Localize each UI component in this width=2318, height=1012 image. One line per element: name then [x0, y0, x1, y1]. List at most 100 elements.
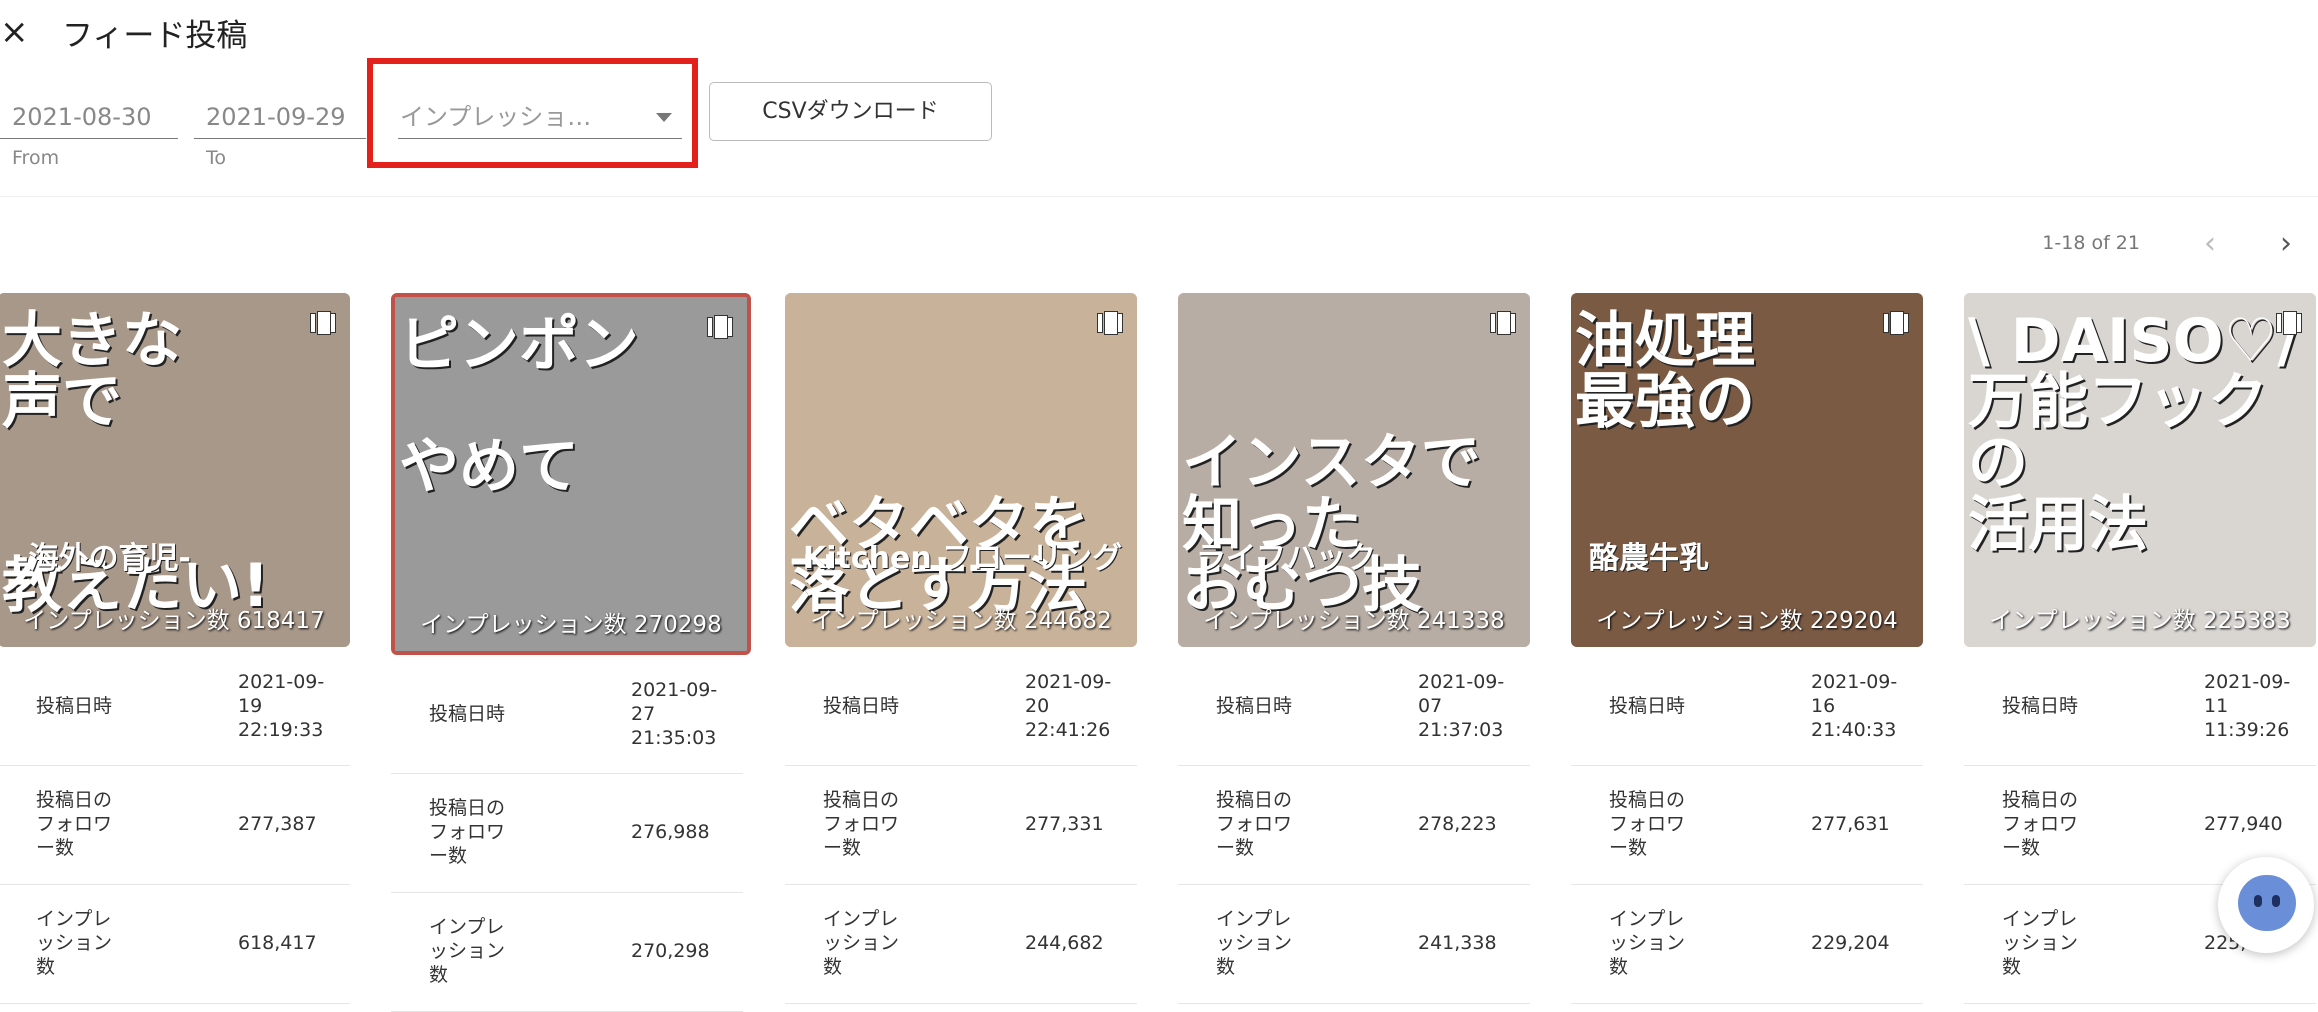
- posted-at-value: 2021-09- 11 11:39:26: [2204, 671, 2291, 741]
- page-title: フィード投稿: [62, 18, 248, 54]
- filter-bar: 2021-08-30 From 2021-09-29 To CSVダウンロード: [0, 60, 2318, 197]
- post-caption: ピンポン やめて: [399, 310, 639, 503]
- post-subcaption: Kitchen フローリング: [803, 541, 1123, 576]
- posted-at-label: 投稿日時: [823, 695, 900, 717]
- impression-overlay: インプレッション数 270298: [420, 612, 722, 638]
- post-thumbnail[interactable]: インスタで知った おむつ技 ライフハック インプレッション数 241338: [1178, 293, 1530, 647]
- impressions-label: インプレ ッション 数: [36, 908, 113, 978]
- posted-at-label: 投稿日時: [429, 703, 506, 725]
- posted-at-row: 投稿日時 2021-09- 27 21:35:03: [391, 655, 743, 774]
- carousel-icon: [2276, 311, 2302, 335]
- post-card[interactable]: ベタベタを 落とす方法 Kitchen フローリング インプレッション数 244…: [785, 293, 1137, 1004]
- posted-at-label: 投稿日時: [1216, 695, 1293, 717]
- from-date-field[interactable]: 2021-08-30 From: [0, 96, 178, 169]
- followers-value: 277,940: [2204, 813, 2283, 835]
- followers-label: 投稿日の フォロワ ー数: [1609, 789, 1686, 859]
- posted-at-label: 投稿日時: [1609, 695, 1686, 717]
- csv-download-button[interactable]: CSVダウンロード: [709, 82, 992, 141]
- chevron-down-icon[interactable]: [656, 113, 672, 122]
- followers-value: 278,223: [1418, 813, 1497, 835]
- impression-overlay: インプレッション数 244682: [810, 608, 1112, 634]
- impressions-row: インプレ ッション 数 229,204: [1571, 885, 1923, 1004]
- sort-select[interactable]: インプレッショ…: [398, 96, 682, 139]
- impressions-row: インプレ ッション 数 270,298: [391, 893, 743, 1012]
- pagination: 1-18 of 21 ‹ ›: [1918, 228, 2318, 264]
- post-thumbnail[interactable]: 大きな 声で 教えたい! -海外の育児- インプレッション数 618417: [0, 293, 350, 647]
- impressions-label: インプレ ッション 数: [429, 916, 506, 986]
- close-icon[interactable]: ×: [0, 14, 29, 50]
- posted-at-label: 投稿日時: [2002, 695, 2079, 717]
- chat-bot-icon: [2238, 875, 2296, 931]
- post-card[interactable]: 油処理 最強の 酪農牛乳 インプレッション数 229204 投稿日時 2021-…: [1571, 293, 1923, 1004]
- impression-overlay: インプレッション数 229204: [1596, 608, 1898, 634]
- post-caption: 油処理 最強の: [1575, 306, 1755, 438]
- post-card[interactable]: ピンポン やめて インプレッション数 270298 投稿日時 2021-09- …: [391, 293, 751, 1012]
- posted-at-row: 投稿日時 2021-09- 20 22:41:26: [785, 647, 1137, 766]
- impression-overlay: インプレッション数 241338: [1203, 608, 1505, 634]
- to-date-input[interactable]: 2021-09-29: [194, 96, 366, 139]
- followers-value: 276,988: [631, 821, 710, 843]
- to-date-label: To: [206, 147, 227, 169]
- followers-row: 投稿日の フォロワ ー数 277,387: [0, 766, 350, 885]
- impression-overlay: インプレッション数 225383: [1989, 608, 2291, 634]
- impressions-value: 270,298: [631, 940, 710, 962]
- impressions-label: インプレ ッション 数: [1609, 908, 1686, 978]
- followers-label: 投稿日の フォロワ ー数: [2002, 789, 2079, 859]
- followers-label: 投稿日の フォロワ ー数: [823, 789, 900, 859]
- impression-overlay: インプレッション数 618417: [23, 608, 325, 634]
- chat-support-button[interactable]: [2218, 857, 2314, 953]
- top-bar: × フィード投稿: [0, 0, 2318, 60]
- followers-row: 投稿日の フォロワ ー数 277,631: [1571, 766, 1923, 885]
- posted-at-value: 2021-09- 16 21:40:33: [1811, 671, 1898, 741]
- post-subcaption: -海外の育児-: [16, 541, 191, 576]
- impressions-value: 618,417: [238, 932, 317, 954]
- followers-value: 277,387: [238, 813, 317, 835]
- posted-at-value: 2021-09- 27 21:35:03: [631, 679, 718, 749]
- posted-at-row: 投稿日時 2021-09- 07 21:37:03: [1178, 647, 1530, 766]
- post-card[interactable]: 大きな 声で 教えたい! -海外の育児- インプレッション数 618417 投稿…: [0, 293, 350, 1004]
- posted-at-value: 2021-09- 07 21:37:03: [1418, 671, 1505, 741]
- posted-at-row: 投稿日時 2021-09- 16 21:40:33: [1571, 647, 1923, 766]
- impressions-value: 244,682: [1025, 932, 1104, 954]
- followers-label: 投稿日の フォロワ ー数: [1216, 789, 1293, 859]
- carousel-icon: [1490, 311, 1516, 335]
- impressions-label: インプレ ッション 数: [2002, 908, 2079, 978]
- impressions-value: 241,338: [1418, 932, 1497, 954]
- posted-at-label: 投稿日時: [36, 695, 113, 717]
- impressions-value: 229,204: [1811, 932, 1890, 954]
- to-date-field[interactable]: 2021-09-29 To: [194, 96, 366, 169]
- carousel-icon: [1097, 311, 1123, 335]
- posted-at-row: 投稿日時 2021-09- 19 22:19:33: [0, 647, 350, 766]
- posted-at-row: 投稿日時 2021-09- 11 11:39:26: [1964, 647, 2316, 766]
- carousel-icon: [1883, 311, 1909, 335]
- chevron-left-icon[interactable]: ‹: [2204, 228, 2216, 260]
- pagination-range: 1-18 of 21: [2042, 232, 2140, 254]
- post-caption: \ DAISO♡/ 万能フックの 活用法: [1968, 306, 2300, 560]
- posted-at-value: 2021-09- 20 22:41:26: [1025, 671, 1112, 741]
- chevron-right-icon[interactable]: ›: [2280, 228, 2292, 260]
- impressions-row: インプレ ッション 数 618,417: [0, 885, 350, 1004]
- impressions-label: インプレ ッション 数: [1216, 908, 1293, 978]
- post-card[interactable]: インスタで知った おむつ技 ライフハック インプレッション数 241338 投稿…: [1178, 293, 1530, 1004]
- impressions-row: インプレ ッション 数 241,338: [1178, 885, 1530, 1004]
- post-thumbnail[interactable]: ピンポン やめて インプレッション数 270298: [391, 293, 751, 655]
- from-date-input[interactable]: 2021-08-30: [0, 96, 178, 139]
- impressions-label: インプレ ッション 数: [823, 908, 900, 978]
- carousel-icon: [707, 315, 733, 339]
- followers-label: 投稿日の フォロワ ー数: [429, 797, 506, 867]
- followers-row: 投稿日の フォロワ ー数 277,331: [785, 766, 1137, 885]
- from-date-label: From: [12, 147, 60, 169]
- followers-row: 投稿日の フォロワ ー数 278,223: [1178, 766, 1530, 885]
- followers-value: 277,331: [1025, 813, 1104, 835]
- post-subcaption: ライフハック: [1196, 541, 1376, 576]
- followers-value: 277,631: [1811, 813, 1890, 835]
- impressions-row: インプレ ッション 数 244,682: [785, 885, 1137, 1004]
- post-thumbnail[interactable]: \ DAISO♡/ 万能フックの 活用法 インプレッション数 225383: [1964, 293, 2316, 647]
- post-subcaption: 酪農牛乳: [1589, 541, 1709, 576]
- posted-at-value: 2021-09- 19 22:19:33: [238, 671, 325, 741]
- carousel-icon: [310, 311, 336, 335]
- post-thumbnail[interactable]: 油処理 最強の 酪農牛乳 インプレッション数 229204: [1571, 293, 1923, 647]
- followers-row: 投稿日の フォロワ ー数 276,988: [391, 774, 743, 893]
- post-thumbnail[interactable]: ベタベタを 落とす方法 Kitchen フローリング インプレッション数 244…: [785, 293, 1137, 647]
- sort-select-value: インプレッショ…: [400, 103, 592, 131]
